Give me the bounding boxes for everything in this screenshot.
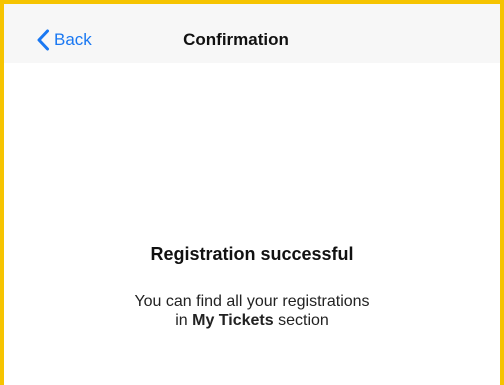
- navigation-bar: Back Confirmation: [4, 4, 500, 63]
- confirmation-content: Registration successful You can find all…: [4, 63, 500, 385]
- page-title: Confirmation: [183, 30, 289, 49]
- message-line-1: You can find all your registrations: [134, 293, 370, 310]
- message-line-2: in My Tickets section: [4, 311, 500, 330]
- message-suffix: section: [278, 312, 329, 329]
- my-tickets-label: My Tickets: [192, 312, 274, 329]
- success-message: You can find all your registrations in M…: [4, 292, 500, 330]
- success-headline: Registration successful: [150, 244, 354, 264]
- message-in: in: [175, 312, 188, 329]
